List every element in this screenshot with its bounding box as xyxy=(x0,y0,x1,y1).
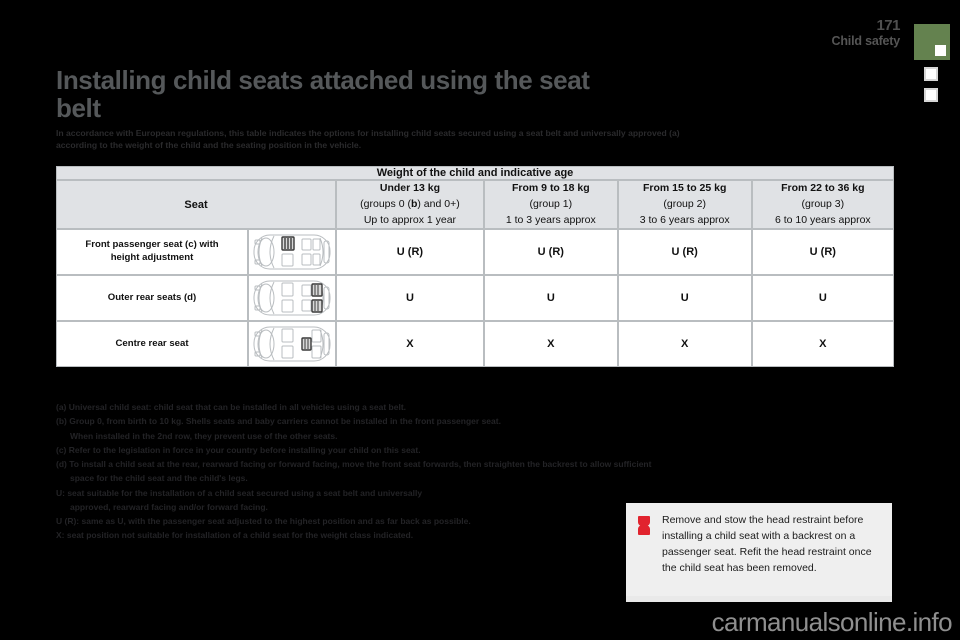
footnote-item: (c) Refer to the legislation in force in… xyxy=(56,444,421,455)
warning-text: Remove and stow the head restraint befor… xyxy=(662,514,872,574)
cell-value: X xyxy=(617,321,752,368)
footnote-item: U: seat suitable for the installation of… xyxy=(56,487,423,498)
footnote-item: (b) Group 0, from birth to 10 kg. Shells… xyxy=(56,416,501,427)
column-header-2: From 15 to 25 kg (group 2) 3 to 6 years … xyxy=(617,180,752,230)
row-label-outer-rear: Outer rear seats (d) xyxy=(56,275,248,322)
intro-line-1: In accordance with European regulations,… xyxy=(56,128,680,138)
title-line-1: Installing child seats attached using th… xyxy=(56,65,590,95)
section-tab-marker xyxy=(914,24,950,60)
cell-value: U (R) xyxy=(617,229,752,276)
col1-weight: From 9 to 18 kg xyxy=(512,182,590,194)
column-header-1: From 9 to 18 kg (group 1) 1 to 3 years a… xyxy=(483,180,618,230)
watermark: carmanualsonline.info xyxy=(711,607,953,637)
row2-label-line1: Centre rear seat xyxy=(115,337,189,349)
col2-weight: From 15 to 25 kg xyxy=(642,182,727,194)
footnote-item: (a) Universal child seat: child seat tha… xyxy=(56,402,407,412)
col2-age: 3 to 6 years approx xyxy=(639,213,730,226)
tab-placeholder-1 xyxy=(924,67,938,81)
col3-weight: From 22 to 36 kg xyxy=(781,182,865,194)
page-header: 171 Child safety xyxy=(740,12,960,117)
footnote-item: (d) To install a child seat at the rear,… xyxy=(56,459,652,470)
weight-header: Weight of the child and indicative age xyxy=(56,166,894,180)
table-row: Centre rear seat X X X X xyxy=(56,321,894,368)
table-header-row-top: Weight of the child and indicative age xyxy=(56,166,894,180)
col0-age: Up to approx 1 year xyxy=(363,213,457,226)
footnote-item: When installed in the 2nd row, they prev… xyxy=(70,430,338,441)
tab-placeholder-2 xyxy=(924,88,938,102)
row1-label-line1: Outer rear seats (d) xyxy=(107,291,197,303)
page-number: 171 xyxy=(876,17,900,34)
cell-value: U (R) xyxy=(751,229,894,276)
seat-column-header: Seat xyxy=(56,180,336,230)
column-header-0: Under 13 kg (groups 0 (b) and 0+) Up to … xyxy=(336,180,484,230)
warning-exclamation-icon xyxy=(636,513,656,540)
table-row: Outer rear seats (d) U U U U xyxy=(56,275,894,322)
row0-label-line1: Front passenger seat (c) with xyxy=(85,239,219,251)
col0-group: (groups 0 (b) and 0+) xyxy=(360,197,460,210)
table-header-row-columns: Seat Under 13 kg (groups 0 (b) and 0+) U… xyxy=(56,180,894,230)
cell-value: X xyxy=(483,321,618,368)
table-body: Front passenger seat (c) with height adj… xyxy=(56,229,894,368)
warning-box: Remove and stow the head restraint befor… xyxy=(626,503,892,601)
car-top-view-front-passenger-icon xyxy=(248,229,336,276)
section-title: Child safety xyxy=(831,33,901,48)
child-seat-compatibility-table: Weight of the child and indicative age S… xyxy=(56,166,894,368)
cell-value: U xyxy=(483,275,618,322)
car-top-view-outer-rear-icon xyxy=(248,275,336,322)
intro-line-2: according to the weight of the child and… xyxy=(56,140,362,151)
cell-value: X xyxy=(751,321,894,368)
cell-value: U (R) xyxy=(336,229,484,276)
col3-group: (group 3) xyxy=(801,197,845,210)
row-label-front-passenger: Front passenger seat (c) with height adj… xyxy=(56,229,248,276)
car-top-view-centre-rear-icon xyxy=(248,321,336,368)
footnote-item: space for the child seat and the child's… xyxy=(70,473,248,484)
col2-group: (group 2) xyxy=(663,197,706,210)
row-label-centre-rear: Centre rear seat xyxy=(56,321,248,368)
intro-paragraph: In accordance with European regulations,… xyxy=(56,127,896,152)
cell-value: U xyxy=(336,275,484,322)
watermark-strip xyxy=(626,596,892,602)
table-row: Front passenger seat (c) with height adj… xyxy=(56,229,894,276)
cell-value: U xyxy=(751,275,894,322)
page-title: Installing child seats attached using th… xyxy=(56,66,756,122)
cell-value: U xyxy=(617,275,752,322)
row0-label-line2: height adjustment xyxy=(110,252,194,264)
col0-weight: Under 13 kg xyxy=(379,182,440,194)
col1-age: 1 to 3 years approx xyxy=(505,213,596,226)
column-header-3: From 22 to 36 kg (group 3) 6 to 10 years… xyxy=(751,180,894,230)
header-texts: 171 Child safety xyxy=(831,17,901,48)
title-line-2: belt xyxy=(56,93,101,124)
col3-age: 6 to 10 years approx xyxy=(774,213,871,226)
table-head: Weight of the child and indicative age S… xyxy=(56,166,894,230)
col1-group: (group 1) xyxy=(529,197,573,210)
cell-value: X xyxy=(336,321,484,368)
cell-value: U (R) xyxy=(483,229,618,276)
tab-inner-square xyxy=(935,45,946,56)
